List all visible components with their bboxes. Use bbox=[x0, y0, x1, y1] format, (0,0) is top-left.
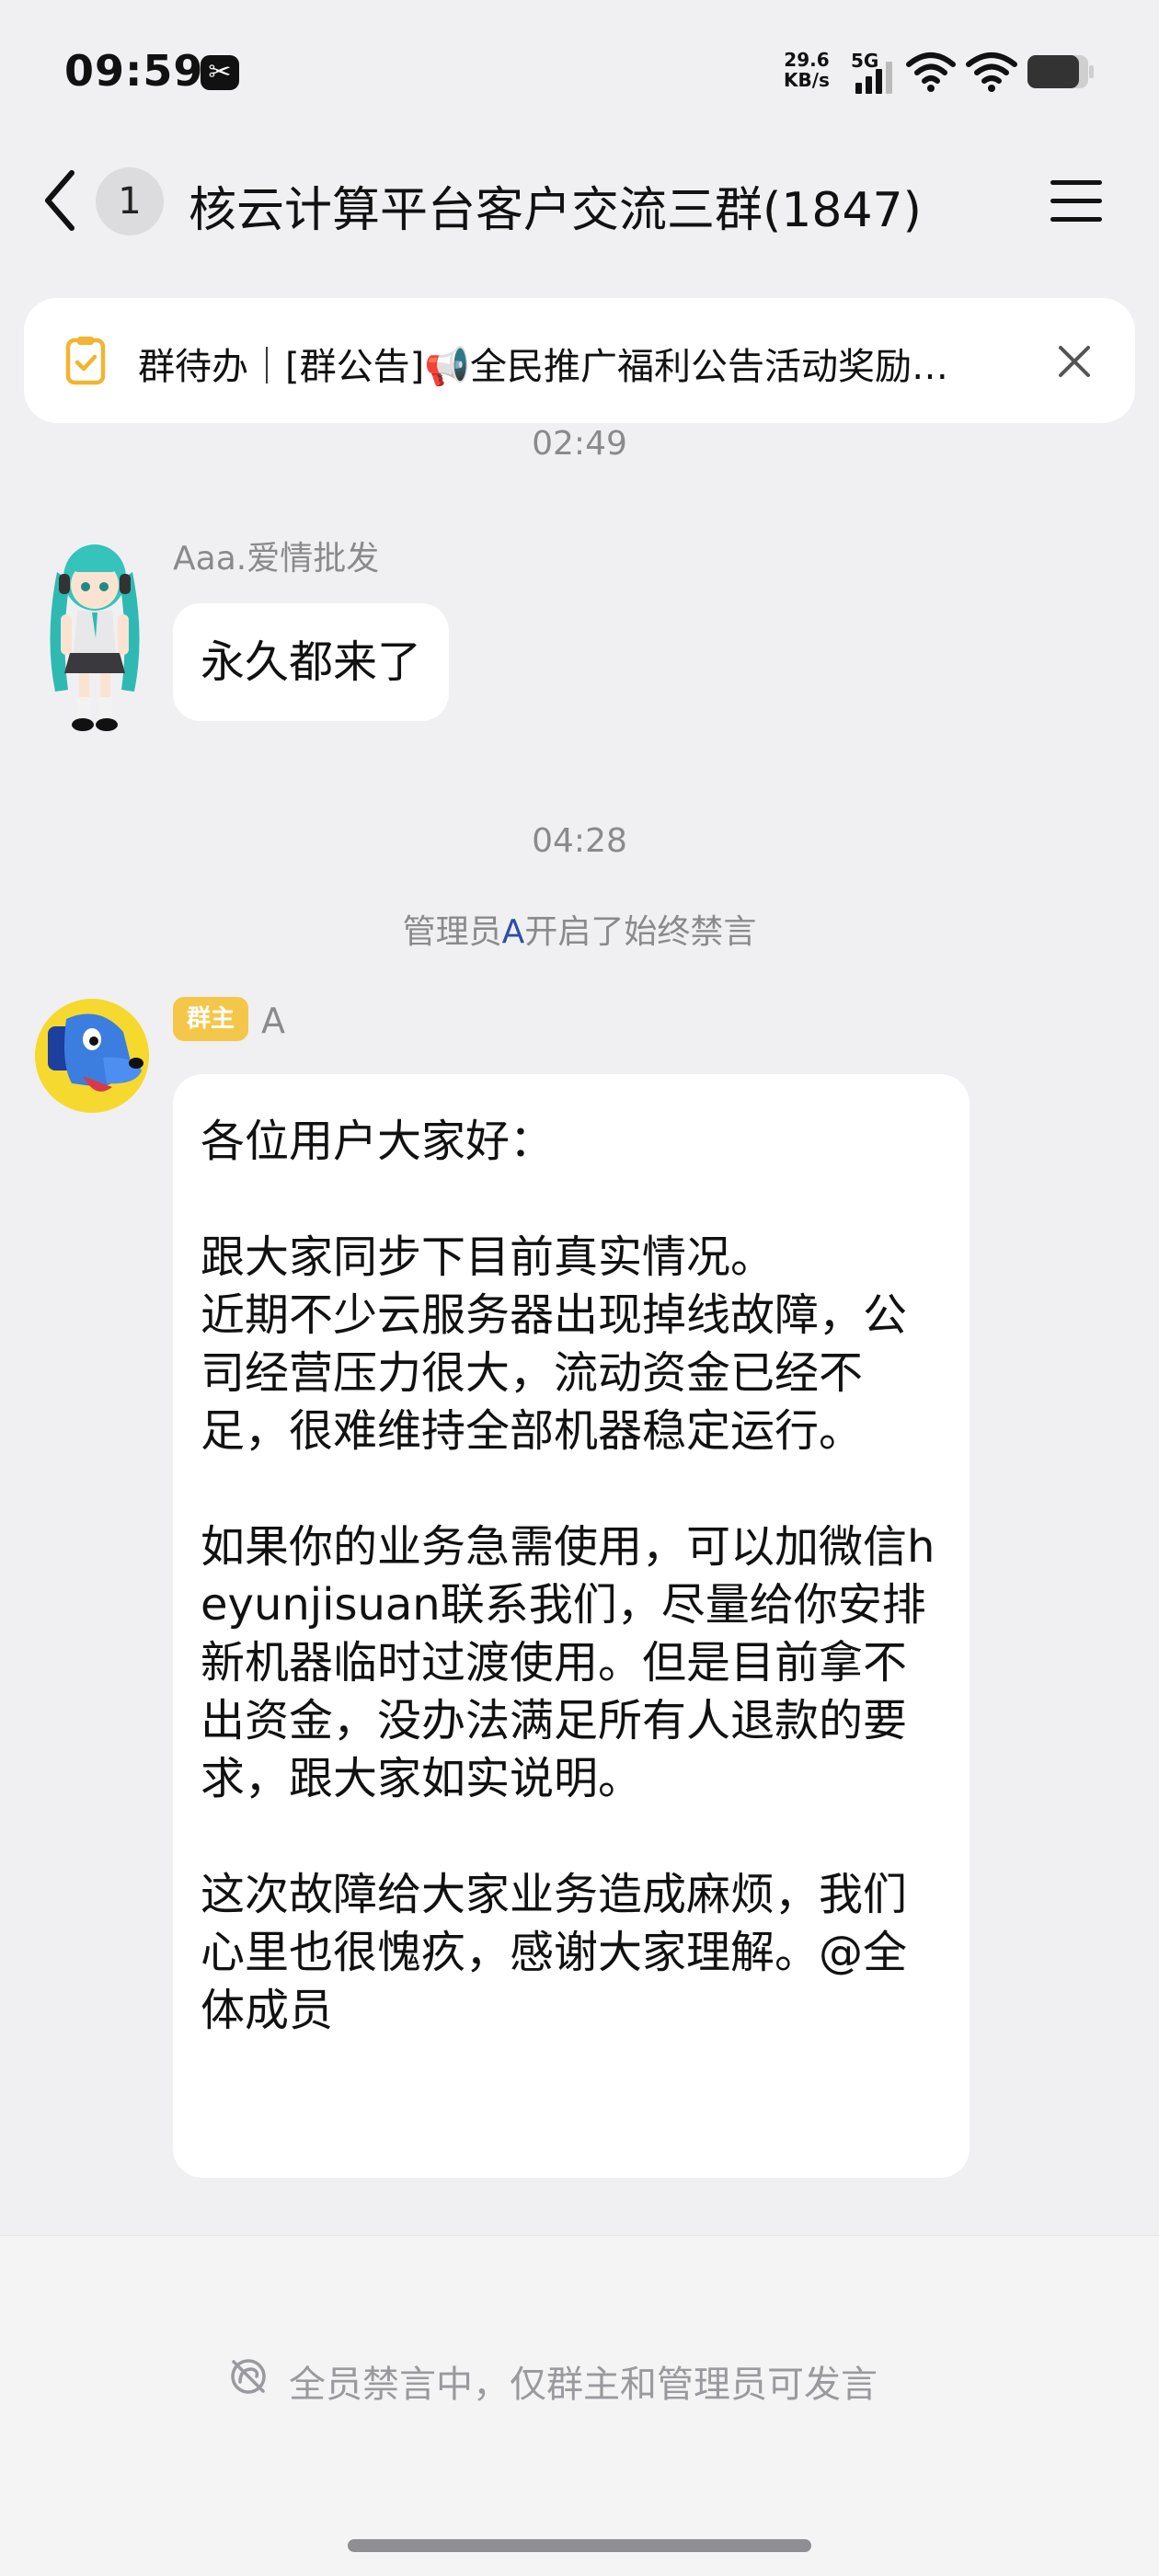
network-speed-value: 29.6 bbox=[784, 49, 830, 71]
message-bubble[interactable]: 各位用户大家好： 跟大家同步下目前真实情况。 近期不少云服务器出现掉线故障，公司… bbox=[173, 1074, 970, 2178]
system-notice-prefix: 管理员 bbox=[402, 913, 502, 951]
group-owner-badge: 群主 bbox=[173, 997, 248, 1041]
wifi-icon bbox=[906, 52, 956, 92]
todo-announcement-text[interactable]: 群待办｜[群公告]📢全民推广福利公告活动奖励… bbox=[138, 337, 1030, 390]
home-indicator[interactable] bbox=[348, 2539, 811, 2552]
network-speed: 29.6 KB/s bbox=[784, 50, 830, 90]
avatar[interactable] bbox=[40, 535, 149, 738]
mute-notice-text: 全员禁言中，仅群主和管理员可发言 bbox=[289, 2364, 878, 2406]
group-title[interactable]: 核云计算平台客户交流三群(1847) bbox=[189, 171, 922, 240]
close-icon[interactable] bbox=[1053, 340, 1096, 383]
network-speed-unit: KB/s bbox=[784, 69, 830, 91]
admin-name-link[interactable]: A bbox=[502, 913, 525, 951]
mute-icon bbox=[231, 2359, 266, 2394]
message-bubble[interactable]: 永久都来了 bbox=[173, 603, 450, 721]
back-button[interactable] bbox=[37, 164, 83, 237]
status-time: 09:59 bbox=[64, 46, 204, 96]
battery-icon bbox=[1027, 55, 1094, 88]
sender-name[interactable]: A bbox=[261, 1001, 285, 1041]
avatar[interactable] bbox=[35, 999, 149, 1113]
system-notice-suffix: 开启了始终禁言 bbox=[524, 913, 757, 951]
wifi-secondary-icon bbox=[966, 52, 1017, 92]
menu-button[interactable] bbox=[1049, 177, 1104, 224]
message-timestamp: 02:49 bbox=[532, 425, 627, 463]
unread-count-badge[interactable]: 1 bbox=[96, 167, 164, 235]
sender-name[interactable]: Aaa.爱情批发 bbox=[173, 532, 379, 579]
message-timestamp: 04:28 bbox=[532, 822, 627, 860]
todo-clipboard-icon bbox=[65, 337, 106, 385]
app-notification-icon: ✂ bbox=[201, 55, 239, 90]
signal-icon bbox=[855, 62, 892, 94]
system-notice: 管理员A开启了始终禁言 bbox=[0, 905, 1159, 953]
